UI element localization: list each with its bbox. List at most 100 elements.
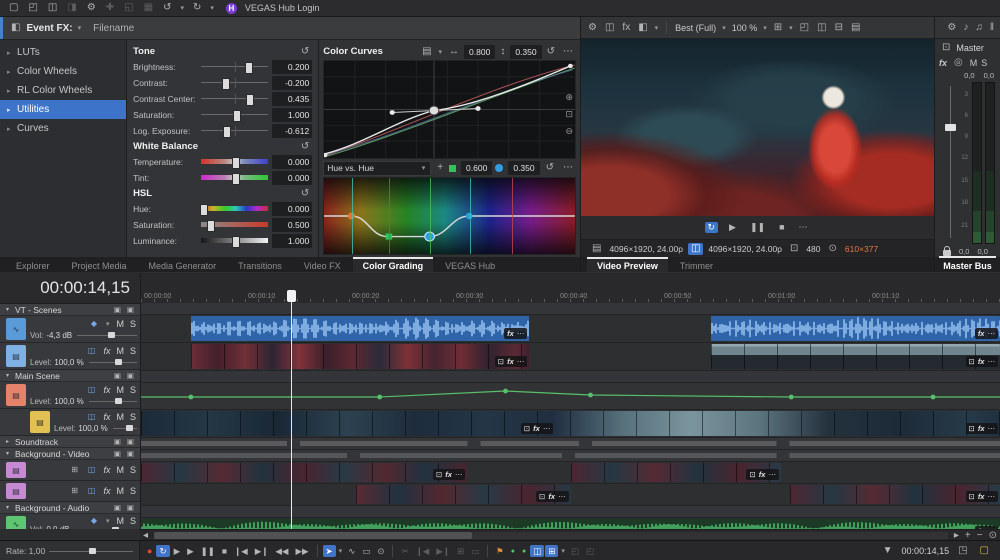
event-more-icon[interactable]: ⋯ bbox=[558, 492, 566, 501]
blue-point-value[interactable]: 0.350 bbox=[508, 161, 539, 175]
track-header-vt-audio[interactable]: ∿ ◆ ▾ M S Vol: -4,3 dB bbox=[0, 316, 140, 343]
downmix-icon[interactable]: ♪ bbox=[960, 22, 971, 34]
event-crop-icon[interactable]: ⊡ bbox=[498, 357, 504, 366]
motion-icon[interactable]: ⊞ bbox=[68, 486, 81, 496]
mute-button[interactable]: M bbox=[115, 486, 125, 496]
new-project-icon[interactable]: ▢ bbox=[6, 2, 21, 14]
motion-icon[interactable]: ⊞ bbox=[68, 465, 81, 475]
volume-slider[interactable] bbox=[74, 526, 137, 530]
hue-curve-more-icon[interactable]: ⋯ bbox=[560, 162, 576, 174]
go-to-start-button[interactable]: ◀◀ bbox=[272, 545, 291, 558]
slider-value[interactable]: 0.000 bbox=[272, 202, 312, 216]
track-group-soundtrack[interactable]: ▸ Soundtrack ▣ ▣ bbox=[0, 436, 140, 448]
event-more-icon[interactable]: ⋯ bbox=[517, 357, 525, 366]
event-crop-icon[interactable]: ⊡ bbox=[969, 357, 975, 366]
fx-item-rl-color-wheels[interactable]: ▸RL Color Wheels bbox=[0, 81, 126, 100]
undo-button[interactable]: ↺ bbox=[160, 2, 174, 14]
event-fx-badge[interactable]: fx bbox=[507, 357, 514, 366]
preview-quality-select[interactable]: Best (Full) bbox=[673, 23, 718, 33]
event-fx-badge[interactable]: fx bbox=[759, 470, 766, 479]
solo-button[interactable]: S bbox=[129, 516, 137, 526]
group-bypass-icon[interactable]: ▣ bbox=[124, 503, 137, 513]
expand-icon[interactable]: ▸ bbox=[7, 106, 17, 114]
video-event-clip[interactable]: ⊡fx⋯ bbox=[191, 344, 529, 369]
video-event-clip[interactable]: ⊡fx⋯ bbox=[571, 463, 781, 482]
luminance-slider[interactable] bbox=[201, 235, 268, 247]
collapse-icon[interactable]: ▾ bbox=[3, 450, 15, 457]
play-from-start-button[interactable]: ▶ bbox=[171, 545, 184, 558]
level-slider[interactable] bbox=[89, 358, 137, 366]
trim-start-button[interactable]: ❙◀ bbox=[413, 545, 433, 558]
group-row-background-video[interactable] bbox=[141, 450, 1000, 462]
slider-value[interactable]: 0.000 bbox=[272, 155, 312, 169]
timeline-content[interactable]: 00:00:00 00:00:10 00:00:20 00:00:30 00:0… bbox=[141, 273, 1000, 529]
curve-height-value[interactable]: 0.350 bbox=[510, 45, 541, 59]
folder-tracks-button[interactable]: ◰ bbox=[583, 545, 597, 558]
play-button[interactable]: ▶ bbox=[726, 222, 739, 233]
expand-timecode-icon[interactable]: ◳ bbox=[955, 545, 970, 557]
fx-item-curves[interactable]: ▸Curves bbox=[0, 119, 126, 138]
group-bypass-icon[interactable]: ▣ bbox=[124, 371, 137, 381]
slider-value[interactable]: -0.612 bbox=[272, 124, 312, 138]
chevron-down-icon[interactable]: ▾ bbox=[104, 517, 112, 525]
slider-value[interactable]: 0.200 bbox=[272, 60, 312, 74]
tab-explorer[interactable]: Explorer bbox=[6, 257, 60, 272]
level-envelope[interactable] bbox=[141, 383, 1000, 409]
playhead-handle[interactable] bbox=[287, 290, 296, 302]
video-event-clip[interactable]: ⊡fx⋯ ⊡fx⋯ bbox=[141, 411, 1000, 436]
vegas-hub-login-button[interactable]: VEGAS Hub Login bbox=[245, 3, 320, 13]
fx-item-color-wheels[interactable]: ▸Color Wheels bbox=[0, 62, 126, 81]
track-fx-button[interactable]: fx bbox=[102, 346, 111, 356]
compositing-icon[interactable]: ◫ bbox=[85, 385, 99, 395]
mute-button[interactable]: M bbox=[115, 346, 125, 356]
hue-curve-selector[interactable]: Hue vs. Hue ▾ bbox=[323, 161, 431, 176]
play-button[interactable]: ▶ bbox=[184, 545, 197, 558]
collapse-icon[interactable]: ▾ bbox=[3, 504, 15, 511]
volume-value[interactable]: -4,3 dB bbox=[46, 331, 72, 340]
contrast-slider[interactable] bbox=[201, 77, 268, 89]
slider-value[interactable]: 0.000 bbox=[272, 171, 312, 185]
event-crop-icon[interactable]: ⊡ bbox=[969, 424, 975, 433]
event-fx-badge[interactable]: fx bbox=[445, 470, 452, 479]
track-row-bg-video-2[interactable]: ⊡fx⋯ ⊡fx⋯ bbox=[141, 484, 1000, 506]
list-icon[interactable]: ▦ bbox=[141, 2, 156, 14]
zoom-in-icon[interactable]: ⊕ bbox=[565, 92, 573, 103]
audio-event-clip[interactable]: fx⋯ bbox=[711, 316, 1000, 341]
track-header-main-video-1[interactable]: ▤ ◫ fx M S Level: 100,0 % bbox=[0, 382, 140, 409]
level-value[interactable]: 100,0 % bbox=[54, 397, 83, 406]
trim-end-button[interactable]: ▶❙ bbox=[433, 545, 453, 558]
solo-button[interactable]: S bbox=[129, 319, 137, 329]
cut-icon[interactable]: ✚ bbox=[103, 2, 117, 14]
tab-video-preview[interactable]: Video Preview bbox=[587, 257, 668, 272]
solo-button[interactable]: S bbox=[129, 346, 137, 356]
tab-color-grading[interactable]: Color Grading bbox=[353, 257, 434, 272]
envelope-tool-button[interactable]: ∿ bbox=[345, 545, 358, 558]
insert-marker-button[interactable]: ⚑ bbox=[493, 545, 507, 558]
time-ruler[interactable]: 00:00:00 00:00:10 00:00:20 00:00:30 00:0… bbox=[141, 273, 1000, 304]
preview-settings-icon[interactable]: ⚙ bbox=[585, 22, 600, 34]
fx-item-luts[interactable]: ▸LUTs bbox=[0, 43, 126, 62]
rate-slider[interactable] bbox=[49, 547, 133, 555]
event-more-icon[interactable]: ⋯ bbox=[543, 424, 551, 433]
event-fx-badge[interactable]: fx bbox=[978, 329, 985, 338]
expand-icon[interactable]: ▸ bbox=[7, 87, 17, 95]
tab-vegas-hub[interactable]: VEGAS Hub bbox=[435, 257, 505, 272]
track-row-bg-audio[interactable]: fx⋯ bbox=[141, 518, 1000, 529]
slider-value[interactable]: 1.000 bbox=[272, 234, 312, 248]
split-screen-dropdown-icon[interactable]: ▾ bbox=[653, 24, 661, 32]
hue-vs-hue-editor[interactable] bbox=[323, 177, 576, 255]
event-more-icon[interactable]: ⋯ bbox=[987, 492, 995, 501]
tab-media-generator[interactable]: Media Generator bbox=[139, 257, 227, 272]
video-event-clip[interactable]: ⊡fx⋯ bbox=[790, 485, 1000, 504]
event-more-icon[interactable]: ⋯ bbox=[517, 329, 525, 338]
track-row-main-video-1[interactable] bbox=[141, 383, 1000, 410]
track-color-tab[interactable]: ▤ bbox=[6, 462, 26, 478]
mute-button[interactable]: M bbox=[115, 465, 125, 475]
expand-icon[interactable]: ▸ bbox=[7, 68, 17, 76]
event-crop-icon[interactable]: ⊡ bbox=[436, 470, 442, 479]
compositing-icon[interactable]: ◫ bbox=[85, 346, 99, 356]
expand-icon[interactable]: ▸ bbox=[7, 125, 17, 133]
track-group-background-video[interactable]: ▾ Background - Video ▣ ▣ bbox=[0, 448, 140, 460]
temperature-slider[interactable] bbox=[201, 156, 268, 168]
stop-button[interactable]: ■ bbox=[776, 222, 787, 233]
